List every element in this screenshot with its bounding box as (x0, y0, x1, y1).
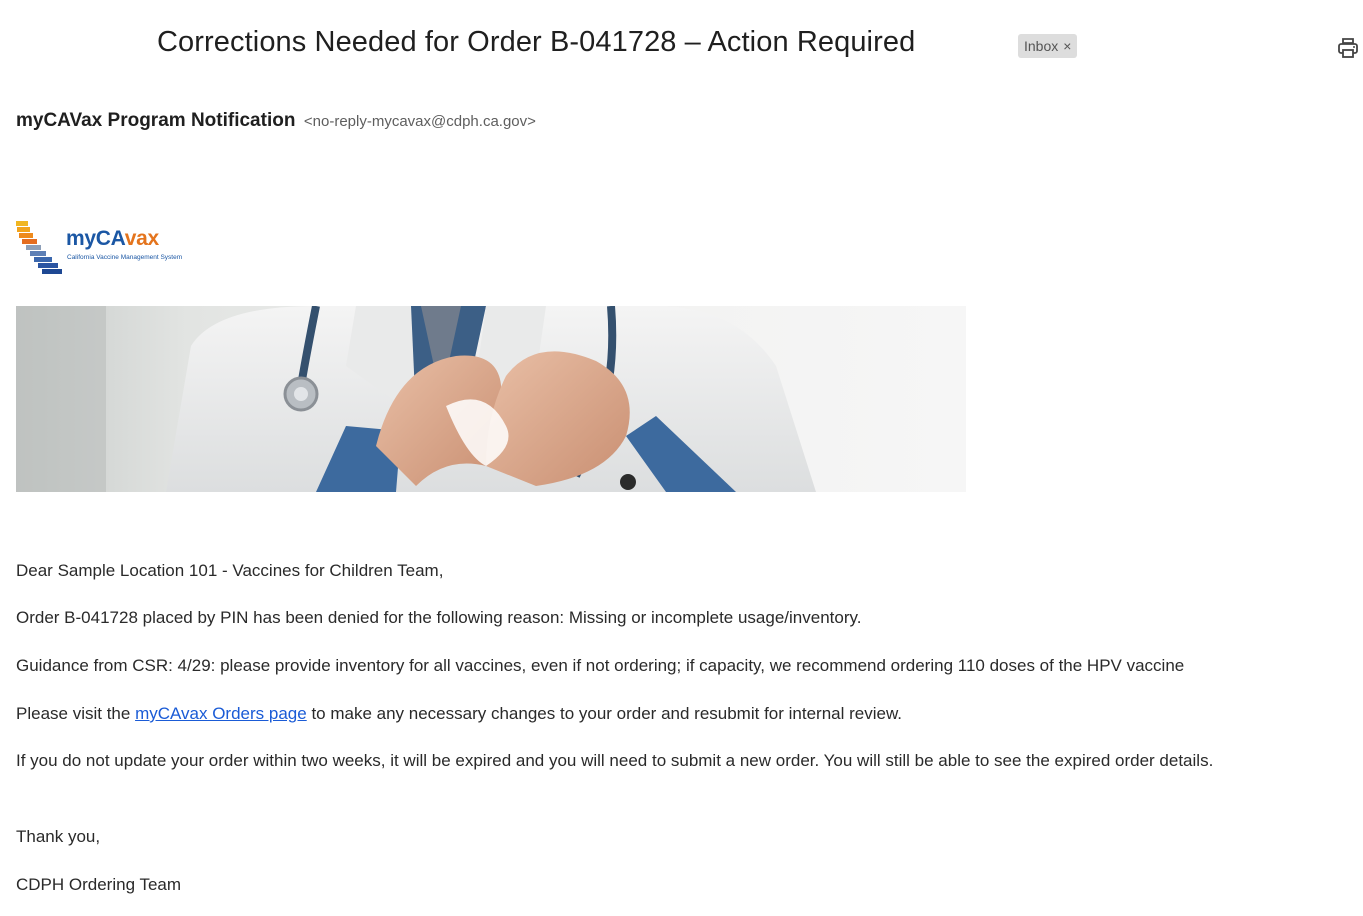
inbox-label-text: Inbox (1024, 38, 1059, 54)
logo-wordmark: myCAvax (66, 227, 159, 250)
expiration-warning-text: If you do not update your order within t… (16, 751, 1214, 770)
signature-text: CDPH Ordering Team (16, 875, 182, 894)
sender-line: myCAVax Program Notification <no-reply-m… (16, 110, 536, 132)
logo-tagline: California Vaccine Management System (67, 254, 183, 261)
california-state-logo-icon (16, 221, 62, 274)
inbox-label-chip[interactable]: Inbox × (1018, 34, 1078, 58)
sender-email: <no-reply-mycavax@cdph.ca.gov> (303, 113, 536, 130)
visit-orders-text: Please visit the myCAvax Orders page to … (16, 704, 903, 723)
csr-guidance-text: Guidance from CSR: 4/29: please provide … (16, 656, 1185, 675)
remove-label-icon[interactable]: × (1063, 34, 1071, 58)
greeting-text: Dear Sample Location 101 - Vaccines for … (16, 561, 444, 580)
closing-text: Thank you, (16, 827, 101, 846)
hero-banner-image (16, 306, 966, 492)
sender-name[interactable]: myCAVax Program Notification (16, 110, 295, 131)
email-view: Corrections Needed for Order B-041728 – … (0, 0, 1363, 916)
printer-icon (1338, 38, 1358, 58)
email-subject: Corrections Needed for Order B-041728 – … (157, 26, 916, 58)
denial-reason-text: Order B-041728 placed by PIN has been de… (16, 608, 862, 627)
orders-page-link[interactable]: myCAvax Orders page (135, 704, 307, 723)
mycavax-logo: myCAvax California Vaccine Management Sy… (16, 219, 226, 277)
print-button[interactable] (1336, 36, 1360, 60)
